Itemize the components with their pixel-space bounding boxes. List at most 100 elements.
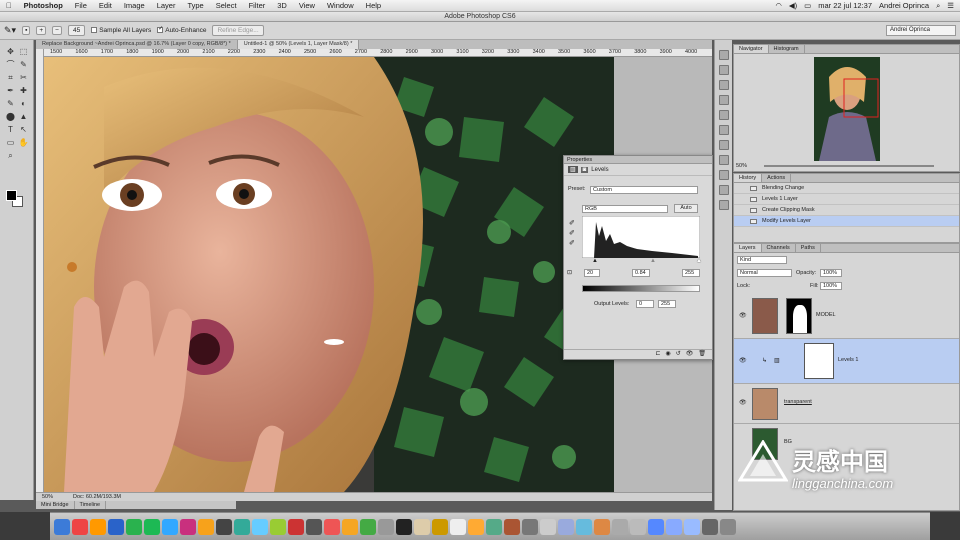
- clone-tool-icon[interactable]: ◐: [18, 98, 29, 109]
- refine-edge-button[interactable]: Refine Edge...: [212, 25, 264, 36]
- lasso-tool-icon[interactable]: ⌒: [5, 59, 16, 70]
- menu-view[interactable]: View: [293, 1, 321, 10]
- dock-app-icon[interactable]: [324, 518, 340, 535]
- eraser-tool-icon[interactable]: ▲: [18, 111, 29, 122]
- eyedropper-tool-icon[interactable]: ✒: [5, 85, 16, 96]
- new-selection-icon[interactable]: ▪: [22, 26, 31, 35]
- dock-app-icon[interactable]: [198, 518, 214, 535]
- eye-icon[interactable]: 👁: [739, 312, 747, 319]
- dock-app-icon[interactable]: [702, 518, 718, 535]
- blend-mode-select[interactable]: Normal: [737, 269, 792, 277]
- dock-app-icon[interactable]: [306, 518, 322, 535]
- menu-filter[interactable]: Filter: [243, 1, 272, 10]
- dock-app-icon[interactable]: [270, 518, 286, 535]
- dock-app-icon[interactable]: [54, 518, 70, 535]
- zoom-tool-icon[interactable]: ⌕: [5, 150, 16, 161]
- menu-type[interactable]: Type: [181, 1, 209, 10]
- tab-actions[interactable]: Actions: [762, 174, 792, 182]
- dock-app-icon[interactable]: [648, 518, 664, 535]
- input-gamma-slider[interactable]: ▲: [650, 258, 656, 264]
- move-tool-icon[interactable]: ✥: [5, 46, 16, 57]
- dock-app-icon[interactable]: [414, 518, 430, 535]
- menu-file[interactable]: File: [69, 1, 93, 10]
- menu-help[interactable]: Help: [360, 1, 387, 10]
- history-panel-icon[interactable]: [719, 65, 729, 75]
- levels-histogram[interactable]: [582, 216, 700, 258]
- list-icon[interactable]: ☰: [947, 1, 954, 10]
- auto-button[interactable]: Auto: [674, 204, 698, 213]
- white-eyedropper-icon[interactable]: ✐: [569, 239, 575, 247]
- add-selection-icon[interactable]: +: [36, 26, 47, 35]
- wifi-icon[interactable]: ◠: [775, 1, 782, 10]
- eye-icon[interactable]: 👁: [739, 399, 747, 406]
- reset-icon[interactable]: ↺: [676, 350, 681, 359]
- input-white-field[interactable]: 255: [682, 269, 700, 277]
- dock-app-icon[interactable]: [108, 518, 124, 535]
- gray-eyedropper-icon[interactable]: ✐: [569, 229, 575, 237]
- input-gamma-field[interactable]: 0.84: [632, 269, 650, 277]
- menu-edit[interactable]: Edit: [93, 1, 118, 10]
- output-black-field[interactable]: 0: [636, 300, 654, 308]
- layer-row[interactable]: 👁 ↳ ▥ Levels 1: [734, 339, 959, 384]
- dock-app-icon[interactable]: [180, 518, 196, 535]
- subtract-selection-icon[interactable]: −: [52, 26, 62, 35]
- properties-title[interactable]: Properties: [564, 156, 712, 164]
- tab-mini-bridge[interactable]: Mini Bridge: [36, 501, 75, 509]
- dock-app-icon[interactable]: [558, 518, 574, 535]
- dock-app-icon[interactable]: [522, 518, 538, 535]
- layer-name[interactable]: MODEL: [816, 312, 836, 318]
- dock-app-icon[interactable]: [288, 518, 304, 535]
- user-name[interactable]: Andrei Oprinca: [879, 1, 929, 10]
- output-white-field[interactable]: 255: [658, 300, 676, 308]
- paragraph-panel-icon[interactable]: [719, 95, 729, 105]
- history-item[interactable]: Levels 1 Layer: [734, 194, 959, 205]
- menu-app-name[interactable]: Photoshop: [18, 1, 69, 10]
- dock-app-icon[interactable]: [360, 518, 376, 535]
- view-previous-icon[interactable]: ◉: [665, 350, 670, 359]
- dock-app-icon[interactable]: [234, 518, 250, 535]
- mask-icon[interactable]: ◙: [580, 166, 589, 173]
- dock-app-icon[interactable]: [594, 518, 610, 535]
- search-icon[interactable]: ⌕: [936, 1, 940, 11]
- trash-icon[interactable]: 🗑: [698, 350, 706, 359]
- dock-app-icon[interactable]: [666, 518, 682, 535]
- tab-channels[interactable]: Channels: [762, 244, 796, 252]
- auto-enhance-checkbox[interactable]: Auto-Enhance: [157, 27, 206, 34]
- tab-layers[interactable]: Layers: [734, 244, 762, 252]
- tab-history[interactable]: History: [734, 174, 763, 182]
- brush-panel-icon[interactable]: [719, 140, 729, 150]
- history-item[interactable]: Create Clipping Mask: [734, 205, 959, 216]
- clip-icon[interactable]: ⊡: [567, 269, 572, 276]
- crop-tool-icon[interactable]: ⌗: [5, 72, 16, 83]
- type-tool-icon[interactable]: T: [5, 124, 16, 135]
- dock-app-icon[interactable]: [90, 518, 106, 535]
- tab-replace-background[interactable]: Replace Background ~Andrei Oprinca.psd @…: [36, 40, 238, 49]
- dock-app-icon[interactable]: [630, 518, 646, 535]
- layer-name[interactable]: Levels 1: [838, 357, 859, 363]
- dock-app-icon[interactable]: [72, 518, 88, 535]
- tab-untitled-1[interactable]: Untitled-1 @ 50% (Levels 1, Layer Mask/8…: [237, 40, 360, 49]
- dock-app-icon[interactable]: [684, 518, 700, 535]
- sample-all-layers-checkbox[interactable]: Sample All Layers: [91, 27, 151, 34]
- properties-panel-icon[interactable]: [719, 170, 729, 180]
- quick-selection-tool-icon[interactable]: ✎▾: [4, 25, 16, 36]
- input-white-slider[interactable]: ▲: [696, 258, 702, 264]
- channel-select[interactable]: RGB: [582, 205, 668, 213]
- menu-window[interactable]: Window: [321, 1, 360, 10]
- tab-paths[interactable]: Paths: [796, 244, 821, 252]
- document-canvas[interactable]: [44, 57, 614, 492]
- dock-app-icon[interactable]: [504, 518, 520, 535]
- dock-app-icon[interactable]: [432, 518, 448, 535]
- shape-tool-icon[interactable]: ▭: [5, 137, 16, 148]
- styles-panel-icon[interactable]: [719, 200, 729, 210]
- menu-image[interactable]: Image: [118, 1, 151, 10]
- quick-selection-tool-icon[interactable]: ✎: [18, 59, 29, 70]
- preset-select[interactable]: Custom: [590, 186, 698, 194]
- dock-app-icon[interactable]: [396, 518, 412, 535]
- brush-tool-icon[interactable]: ✎: [5, 98, 16, 109]
- healing-tool-icon[interactable]: ✚: [18, 85, 29, 96]
- character-panel-icon[interactable]: [719, 125, 729, 135]
- clock[interactable]: mar 22 jul 12:37: [818, 1, 872, 10]
- tab-timeline[interactable]: Timeline: [75, 501, 107, 509]
- workspace-select[interactable]: Andrei Oprinca: [886, 25, 956, 36]
